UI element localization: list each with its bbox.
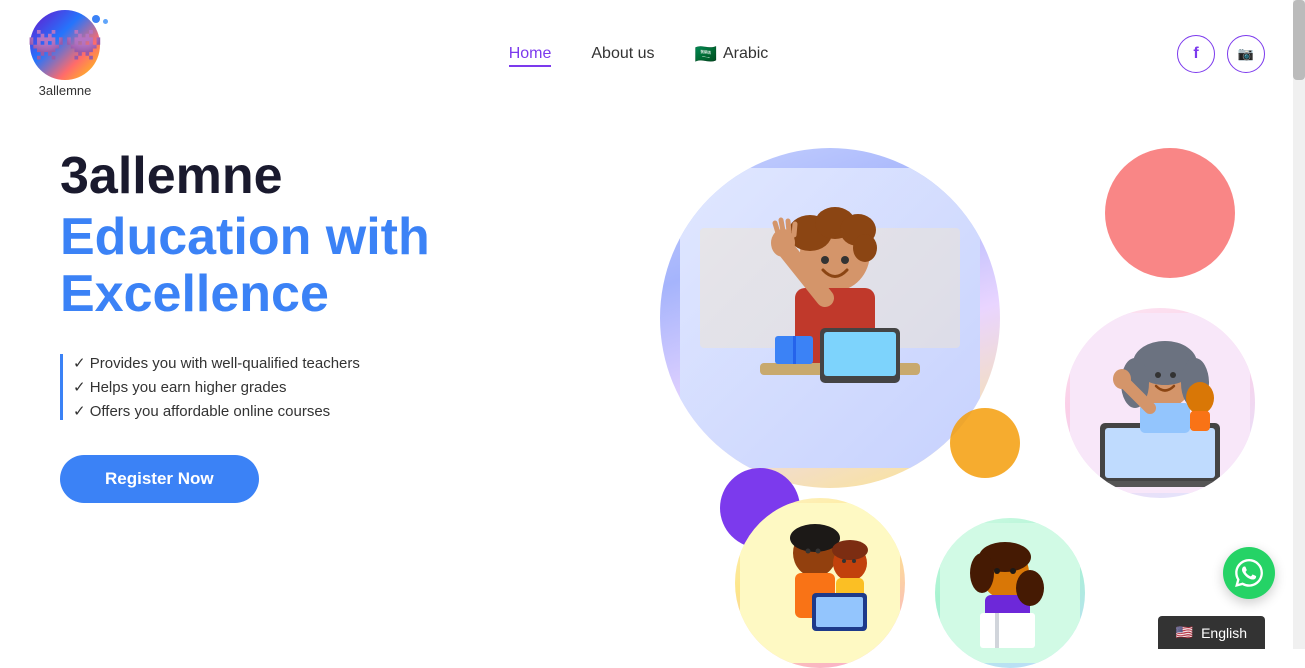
orange-circle-decoration (950, 408, 1020, 478)
logo-icon: 👾 (30, 10, 100, 80)
logo[interactable]: 👾 3allemne (30, 10, 100, 98)
hero-title-black: 3allemne (60, 148, 580, 205)
main-image-placeholder (660, 148, 1000, 488)
small-image-circle-2 (735, 498, 905, 668)
small-image-circle-1 (1065, 308, 1255, 498)
nav-item-lang[interactable]: 🇸🇦 Arabic (695, 44, 769, 65)
hero-title-blue-line1: Education with Excellence (60, 209, 580, 323)
small-image-circle-3 (935, 518, 1085, 668)
nav-link-arabic[interactable]: Arabic (723, 45, 768, 63)
pink-circle-decoration (1105, 148, 1235, 278)
lang-label: English (1201, 625, 1247, 641)
language-bar[interactable]: 🇺🇸 English (1158, 616, 1265, 649)
hero-right (580, 128, 1265, 648)
hero-section: 3allemne Education with Excellence ✓ Pro… (0, 108, 1305, 668)
main-image-circle (660, 148, 1000, 488)
nav-item-about[interactable]: About us (591, 45, 654, 63)
feature-3: ✓ Offers you affordable online courses (73, 402, 580, 420)
small-image-3-placeholder (935, 518, 1085, 668)
hero-features: ✓ Provides you with well-qualified teach… (60, 354, 580, 420)
nav-link-home[interactable]: Home (509, 45, 552, 67)
nav-links: Home About us 🇸🇦 Arabic (509, 44, 769, 65)
feature-1: ✓ Provides you with well-qualified teach… (73, 354, 580, 372)
hero-left: 3allemne Education with Excellence ✓ Pro… (60, 128, 580, 648)
social-icons: f 📷 (1177, 35, 1265, 73)
facebook-button[interactable]: f (1177, 35, 1215, 73)
logo-dots (92, 15, 108, 24)
small-image-2-placeholder (735, 498, 905, 668)
nav-link-about[interactable]: About us (591, 45, 654, 62)
whatsapp-button[interactable] (1223, 547, 1275, 599)
small-image-1-placeholder (1065, 308, 1255, 498)
logo-name: 3allemne (39, 83, 92, 98)
arabic-flag-icon: 🇸🇦 (695, 44, 717, 65)
lang-flag-icon: 🇺🇸 (1176, 624, 1193, 641)
navbar: 👾 3allemne Home About us 🇸🇦 Arabic f 📷 (0, 0, 1305, 108)
feature-2: ✓ Helps you earn higher grades (73, 378, 580, 396)
register-button[interactable]: Register Now (60, 455, 259, 503)
scrollbar[interactable] (1293, 0, 1305, 649)
instagram-button[interactable]: 📷 (1227, 35, 1265, 73)
nav-item-home[interactable]: Home (509, 45, 552, 63)
scrollbar-thumb[interactable] (1293, 0, 1305, 80)
